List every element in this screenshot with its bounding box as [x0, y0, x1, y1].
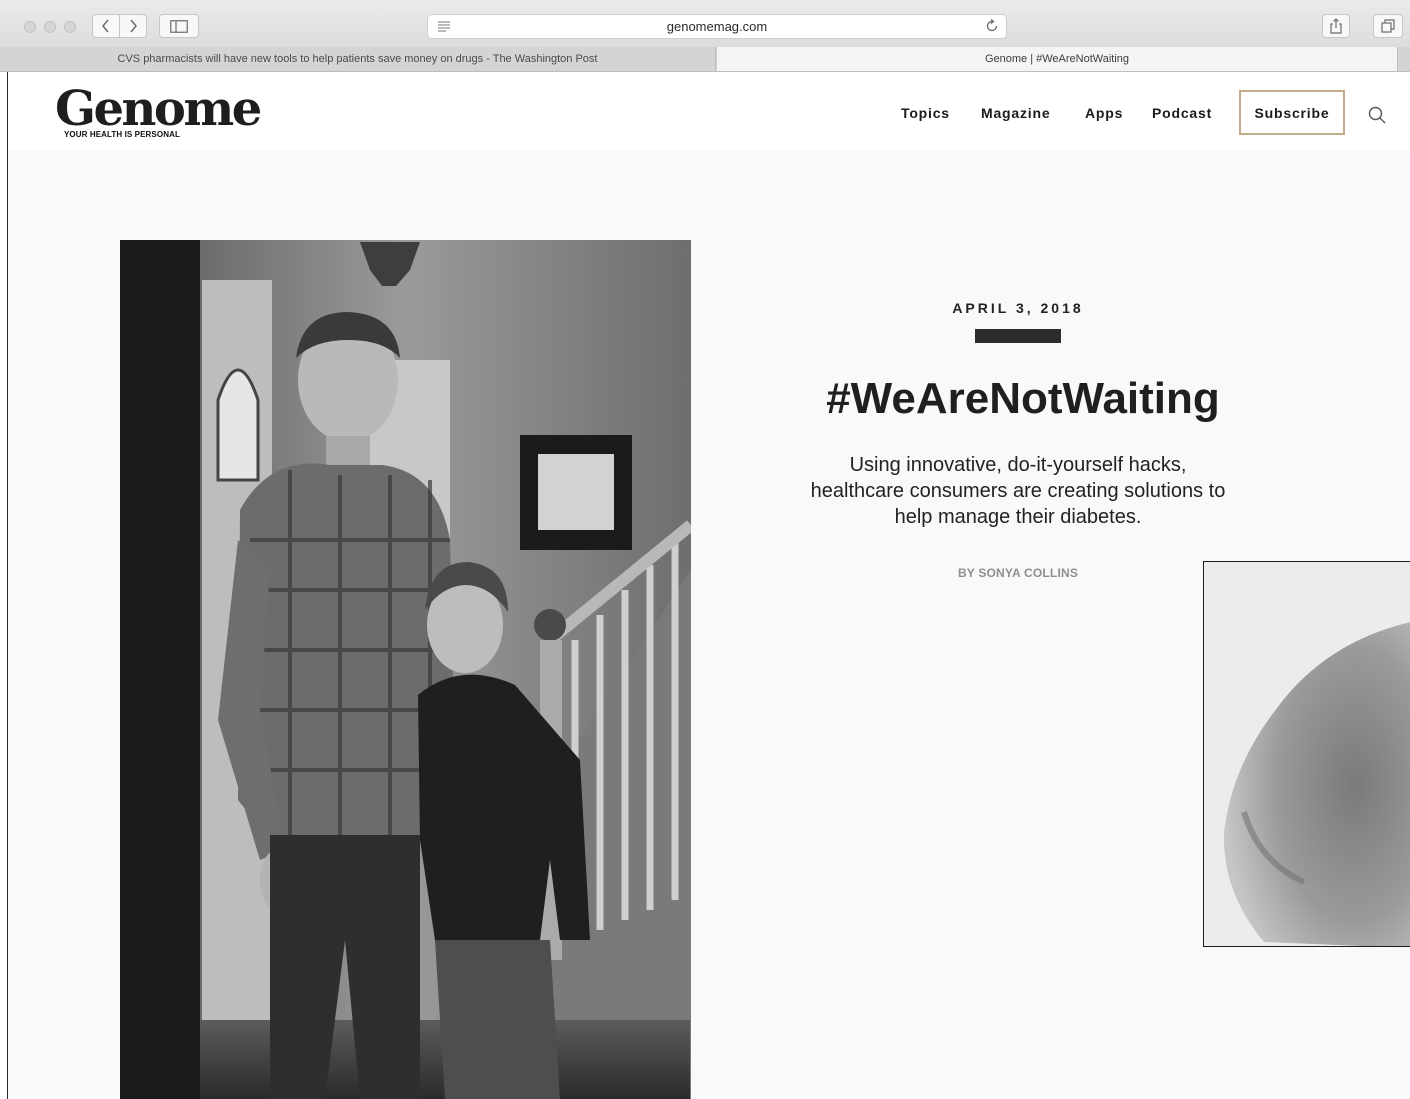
date-divider	[975, 329, 1061, 343]
reload-icon[interactable]	[984, 18, 1000, 34]
sidebar-button[interactable]	[159, 14, 199, 38]
article-byline[interactable]: BY SONYA COLLINS	[868, 566, 1168, 580]
nav-apps[interactable]: Apps	[1085, 90, 1123, 136]
window-edge	[7, 72, 8, 1099]
main-nav: Topics Magazine Apps Podcast	[8, 90, 1410, 134]
site-header: Genome YOUR HEALTH IS PERSONAL Topics Ma…	[8, 72, 1410, 150]
back-button[interactable]	[92, 14, 120, 38]
nav-podcast[interactable]: Podcast	[1152, 90, 1212, 136]
share-button[interactable]	[1322, 14, 1350, 38]
nav-topics[interactable]: Topics	[901, 90, 950, 136]
tab-washington-post[interactable]: CVS pharmacists will have new tools to h…	[0, 47, 716, 71]
back-icon	[102, 19, 109, 33]
hero-photo	[120, 240, 691, 1099]
secondary-photo	[1203, 561, 1410, 947]
show-tabs-button[interactable]	[1373, 14, 1403, 38]
sidebar-icon	[170, 19, 188, 33]
zoom-window-button[interactable]	[64, 21, 76, 33]
close-window-button[interactable]	[24, 21, 36, 33]
forward-button[interactable]	[119, 14, 147, 38]
search-icon[interactable]	[1367, 105, 1387, 125]
tab-genome[interactable]: Genome | #WeAreNotWaiting	[717, 47, 1397, 71]
web-page: Genome YOUR HEALTH IS PERSONAL Topics Ma…	[8, 72, 1410, 1099]
minimize-window-button[interactable]	[44, 21, 56, 33]
subscribe-button[interactable]: Subscribe	[1239, 90, 1345, 135]
forward-icon	[130, 19, 137, 33]
nav-magazine[interactable]: Magazine	[981, 90, 1050, 136]
tabs-icon	[1381, 19, 1395, 33]
tab-overflow	[1397, 47, 1410, 71]
address-text[interactable]: genomemag.com	[667, 19, 767, 34]
share-icon	[1330, 18, 1342, 34]
article-title: #WeAreNotWaiting	[826, 374, 1220, 423]
article-dek: Using innovative, do-it-yourself hacks, …	[810, 454, 1226, 528]
article-date: APRIL 3, 2018	[952, 300, 1084, 316]
tab-bar: CVS pharmacists will have new tools to h…	[0, 47, 1410, 72]
reader-icon[interactable]	[436, 20, 452, 33]
browser-toolbar: genomemag.com	[0, 0, 1410, 47]
address-bar[interactable]: genomemag.com	[427, 14, 1007, 39]
